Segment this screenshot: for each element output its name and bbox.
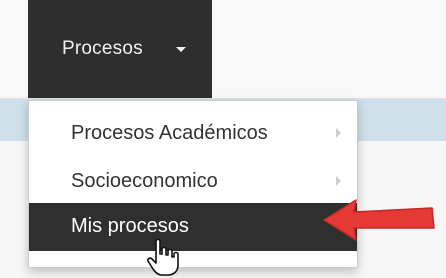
procesos-dropdown-menu: Procesos Académicos Socioeconomico Mis p… bbox=[28, 100, 358, 268]
red-arrow-icon bbox=[323, 199, 435, 241]
procesos-menu-label: Procesos bbox=[62, 38, 143, 59]
caret-down-icon bbox=[176, 47, 186, 52]
menu-item-label: Mis procesos bbox=[71, 215, 189, 237]
navbar-left-area bbox=[0, 0, 10, 98]
menu-item-socioeconomico[interactable]: Socioeconomico bbox=[29, 157, 357, 207]
menu-item-label: Socioeconomico bbox=[71, 170, 218, 192]
hand-pointer-icon bbox=[147, 238, 179, 276]
procesos-menu-button[interactable]: Procesos bbox=[28, 0, 212, 98]
chevron-right-icon bbox=[336, 128, 341, 138]
menu-item-mis-procesos[interactable]: Mis procesos bbox=[29, 203, 357, 251]
menu-item-label: Procesos Académicos bbox=[71, 122, 268, 144]
menu-item-procesos-academicos[interactable]: Procesos Académicos bbox=[29, 109, 357, 159]
top-navbar: Procesos bbox=[0, 0, 446, 99]
chevron-right-icon bbox=[336, 176, 341, 186]
